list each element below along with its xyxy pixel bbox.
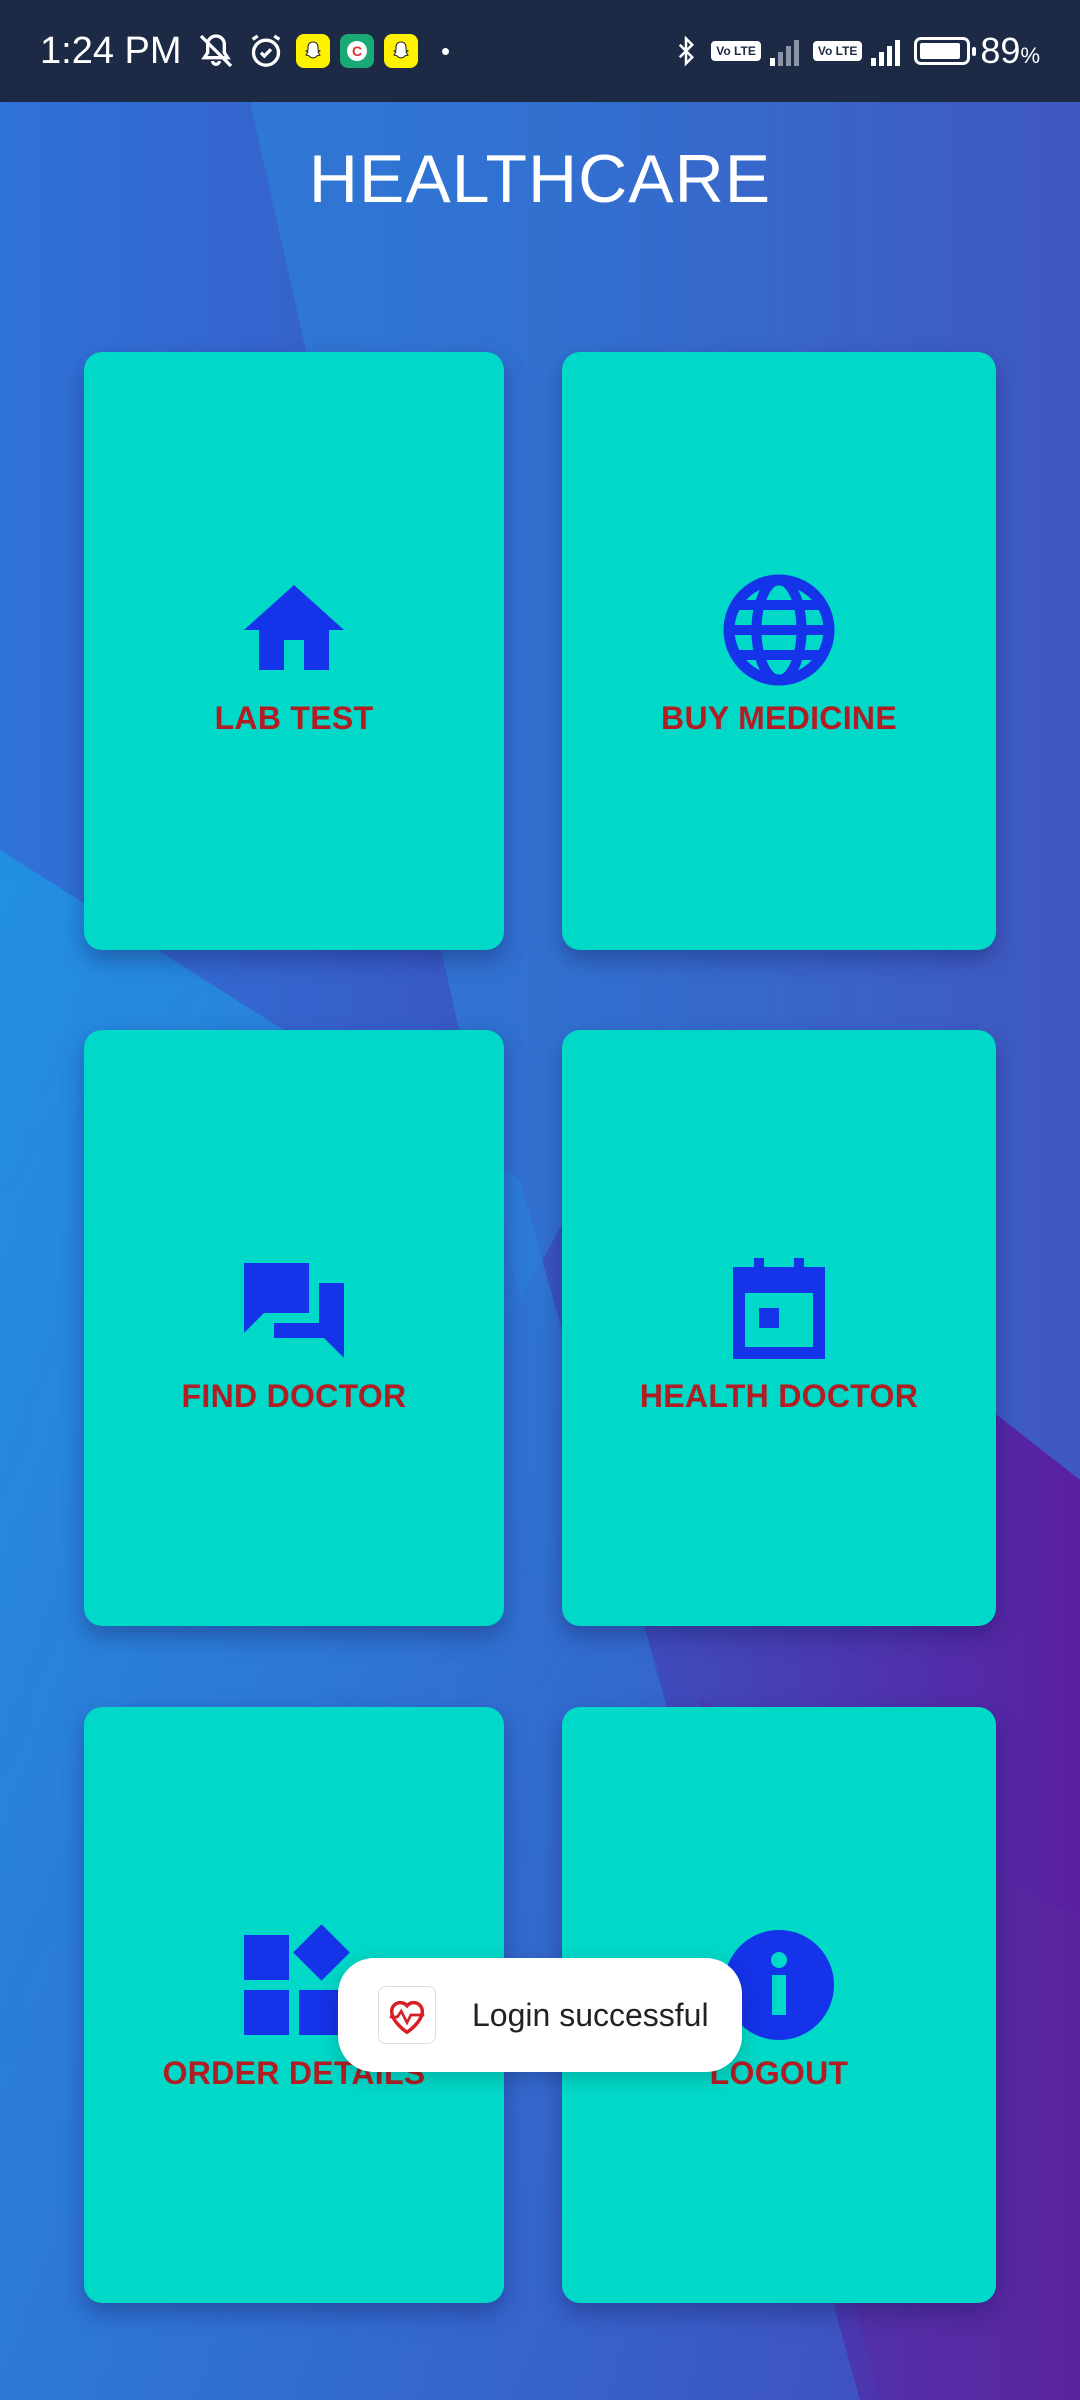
battery-icon — [914, 37, 977, 65]
app-c-icon: C — [339, 34, 374, 68]
globe-icon — [723, 574, 835, 686]
status-time: 1:24 PM — [40, 29, 182, 72]
app-heart-icon — [378, 1986, 436, 2044]
signal-icon — [868, 36, 901, 66]
notification-dot — [441, 47, 449, 55]
health-doctor-label: HEALTH DOCTOR — [639, 1378, 919, 1414]
volte-icon: Vo LTE — [711, 41, 761, 61]
widgets-icon — [244, 1925, 350, 2035]
battery-fill — [920, 43, 960, 59]
login-toast: Login successful — [338, 1958, 742, 2072]
health-doctor-card[interactable]: HEALTH DOCTOR — [562, 1030, 996, 1626]
battery-percent: 89% — [980, 30, 1040, 71]
status-bar-left: 1:24 PM C — [40, 30, 449, 73]
status-bar-right: Vo LTE Vo LTE 89% — [671, 30, 1040, 72]
calendar-icon — [733, 1258, 825, 1359]
mute-icon — [196, 31, 236, 71]
snapchat-icon — [295, 34, 330, 68]
chat-icon — [244, 1263, 344, 1358]
snapchat-icon — [383, 34, 418, 68]
alarm-icon — [246, 31, 286, 71]
find-doctor-label: FIND DOCTOR — [181, 1378, 407, 1414]
buy-medicine-label: BUY MEDICINE — [661, 700, 897, 736]
volte-icon: Vo LTE — [812, 41, 863, 61]
home-icon — [244, 585, 344, 670]
svg-text:C: C — [351, 43, 361, 59]
status-bar: 1:24 PM C Vo LTE Vo LTE 89% — [0, 0, 1080, 102]
find-doctor-card[interactable]: FIND DOCTOR — [84, 1030, 504, 1626]
buy-medicine-card[interactable]: BUY MEDICINE — [562, 352, 996, 950]
page-title: HEALTHCARE — [308, 141, 772, 217]
toast-message: Login successful — [472, 1996, 709, 2033]
bluetooth-icon — [671, 31, 701, 71]
signal-icon — [767, 36, 799, 66]
lab-test-label: LAB TEST — [214, 700, 374, 736]
lab-test-card[interactable]: LAB TEST — [84, 352, 504, 950]
